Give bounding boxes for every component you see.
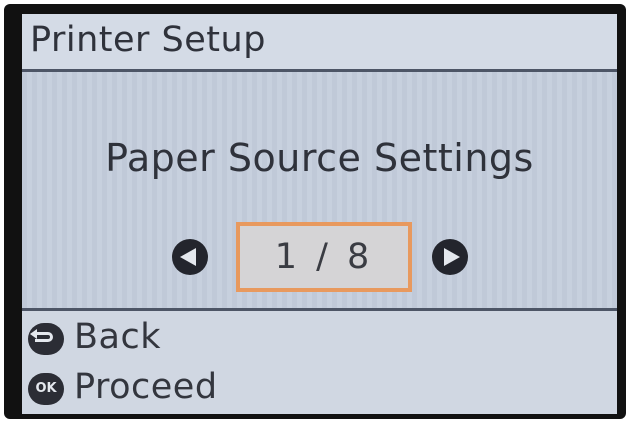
page-indicator[interactable]: 1 / 8 [236, 222, 412, 292]
back-label: Back [74, 317, 161, 357]
return-arrow-glyph [30, 329, 53, 342]
left-arrow-icon[interactable] [172, 239, 208, 275]
page-selector: 1 / 8 [172, 222, 482, 292]
right-arrow-icon[interactable] [432, 239, 468, 275]
ok-button-icon: OK [28, 373, 64, 405]
back-return-icon [28, 323, 64, 355]
main-panel: Paper Source Settings 1 / 8 [22, 72, 617, 308]
header-bar: Printer Setup [22, 14, 617, 72]
lcd-screen: Printer Setup Paper Source Settings 1 / … [22, 14, 617, 414]
page-title: Printer Setup [30, 20, 266, 60]
footer-bar: Back OK Proceed [22, 308, 617, 414]
ok-glyph: OK [35, 381, 57, 396]
proceed-label: Proceed [74, 367, 218, 407]
device-bezel: Printer Setup Paper Source Settings 1 / … [4, 4, 626, 419]
setting-title: Paper Source Settings [105, 136, 534, 180]
